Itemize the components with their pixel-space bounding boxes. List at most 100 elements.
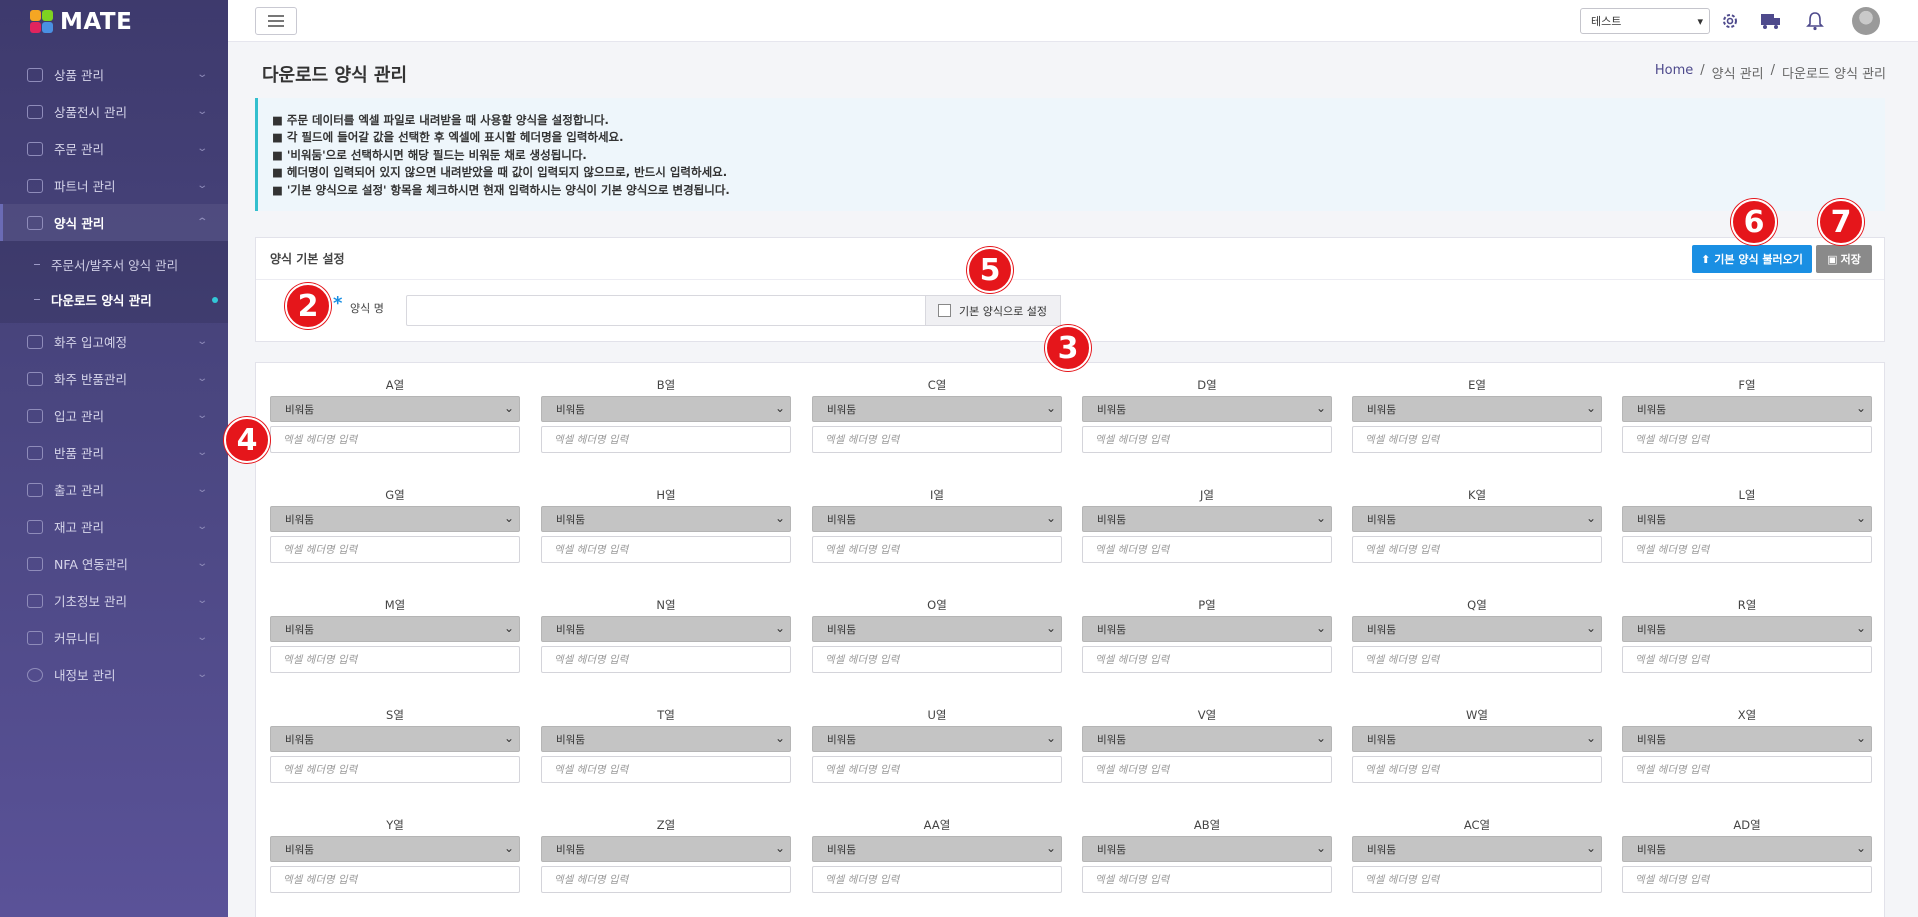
column-value-select[interactable]: 비워둠 ⌄ xyxy=(270,396,520,422)
column-value-select[interactable]: 비워둠 ⌄ xyxy=(812,726,1062,752)
column-value-select[interactable]: 비워둠 ⌄ xyxy=(1352,726,1602,752)
column-header-input[interactable]: 엑셀 헤더명 입력 xyxy=(1352,646,1602,673)
column-header-input[interactable]: 엑셀 헤더명 입력 xyxy=(1082,536,1332,563)
column-value-select[interactable]: 비워둠 ⌄ xyxy=(1622,616,1872,642)
delivery-icon[interactable] xyxy=(1760,10,1782,32)
column-value-select[interactable]: 비워둠 ⌄ xyxy=(1622,506,1872,532)
column-value-select[interactable]: 비워둠 ⌄ xyxy=(1082,836,1332,862)
breadcrumb-separator: / xyxy=(1770,63,1776,78)
column-header-input[interactable]: 엑셀 헤더명 입력 xyxy=(1622,646,1872,673)
column-header-input[interactable]: 엑셀 헤더명 입력 xyxy=(1082,646,1332,673)
set-default-checkbox[interactable] xyxy=(938,304,951,317)
sidebar-item-outbound[interactable]: 출고 관리 ⌄ xyxy=(0,471,228,508)
form-name-input[interactable] xyxy=(406,295,926,326)
column-value-select[interactable]: 비워둠 ⌄ xyxy=(270,836,520,862)
chevron-down-icon: ⌄ xyxy=(1315,841,1326,855)
sidebar-item-inventory[interactable]: 재고 관리 ⌄ xyxy=(0,508,228,545)
sidebar-item-shipper-inbound-schedule[interactable]: 화주 입고예정 ⌄ xyxy=(0,323,228,360)
exchange-icon xyxy=(27,445,43,460)
column-header-input[interactable]: 엑셀 헤더명 입력 xyxy=(1622,756,1872,783)
load-default-form-button[interactable]: ⬆ 기본 양식 불러오기 xyxy=(1692,245,1812,273)
sidebar-subitem-order-forms[interactable]: 주문서/발주서 양식 관리 xyxy=(0,247,228,282)
column-header-input[interactable]: 엑셀 헤더명 입력 xyxy=(1082,426,1332,453)
sidebar-item-returns[interactable]: 반품 관리 ⌄ xyxy=(0,434,228,471)
column-header-input[interactable]: 엑셀 헤더명 입력 xyxy=(541,426,791,453)
column-value-select[interactable]: 비워둠 ⌄ xyxy=(541,726,791,752)
app-logo[interactable]: MATE xyxy=(0,0,228,44)
column-header-input[interactable]: 엑셀 헤더명 입력 xyxy=(1352,756,1602,783)
column-header-input[interactable]: 엑셀 헤더명 입력 xyxy=(270,646,520,673)
sidebar-item-orders[interactable]: 주문 관리 ⌄ xyxy=(0,130,228,167)
column-header-input[interactable]: 엑셀 헤더명 입력 xyxy=(270,426,520,453)
avatar[interactable] xyxy=(1852,7,1880,35)
save-button[interactable]: ▣ 저장 xyxy=(1816,245,1872,273)
sidebar-item-label: NFA 연동관리 xyxy=(54,557,128,572)
column-header-input[interactable]: 엑셀 헤더명 입력 xyxy=(1622,536,1872,563)
breadcrumb-home-link[interactable]: Home xyxy=(1655,63,1693,82)
column-value-select[interactable]: 비워둠 ⌄ xyxy=(270,616,520,642)
column-value-select-text: 비워둠 xyxy=(1637,403,1666,416)
column-value-select[interactable]: 비워둠 ⌄ xyxy=(1622,396,1872,422)
column-value-select[interactable]: 비워둠 ⌄ xyxy=(541,616,791,642)
column-header-input[interactable]: 엑셀 헤더명 입력 xyxy=(1352,426,1602,453)
sidebar-item-forms[interactable]: 양식 관리 ⌃ xyxy=(0,204,228,241)
column-value-select[interactable]: 비워둠 ⌄ xyxy=(541,836,791,862)
column-header-input[interactable]: 엑셀 헤더명 입력 xyxy=(1082,756,1332,783)
column-header-input[interactable]: 엑셀 헤더명 입력 xyxy=(812,756,1062,783)
column-header-input[interactable]: 엑셀 헤더명 입력 xyxy=(270,756,520,783)
column-value-select[interactable]: 비워둠 ⌄ xyxy=(1352,836,1602,862)
column-header-input[interactable]: 엑셀 헤더명 입력 xyxy=(812,536,1062,563)
column-header-input[interactable]: 엑셀 헤더명 입력 xyxy=(270,866,520,893)
column-value-select[interactable]: 비워둠 ⌄ xyxy=(1352,396,1602,422)
column-header-input[interactable]: 엑셀 헤더명 입력 xyxy=(541,646,791,673)
set-default-checkbox-group[interactable]: 기본 양식으로 설정 xyxy=(925,295,1061,326)
sidebar-item-product-display[interactable]: 상품전시 관리 ⌄ xyxy=(0,93,228,130)
column-value-select[interactable]: 비워둠 ⌄ xyxy=(270,506,520,532)
column-header-input[interactable]: 엑셀 헤더명 입력 xyxy=(541,756,791,783)
sidebar-subitem-download-forms[interactable]: 다운로드 양식 관리 xyxy=(0,282,228,317)
bell-icon[interactable] xyxy=(1804,10,1826,32)
column-header-input[interactable]: 엑셀 헤더명 입력 xyxy=(1622,866,1872,893)
column-value-select[interactable]: 비워둠 ⌄ xyxy=(812,616,1062,642)
column-value-select[interactable]: 비워둠 ⌄ xyxy=(541,396,791,422)
column-header-input[interactable]: 엑셀 헤더명 입력 xyxy=(541,866,791,893)
column-value-select[interactable]: 비워둠 ⌄ xyxy=(1082,506,1332,532)
column-header-input[interactable]: 엑셀 헤더명 입력 xyxy=(812,866,1062,893)
column-header-input[interactable]: 엑셀 헤더명 입력 xyxy=(812,646,1062,673)
column-value-select-text: 비워둠 xyxy=(1367,733,1396,746)
column-header-input[interactable]: 엑셀 헤더명 입력 xyxy=(812,426,1062,453)
sidebar-item-products[interactable]: 상품 관리 ⌄ xyxy=(0,56,228,93)
sidebar-item-community[interactable]: 커뮤니티 ⌄ xyxy=(0,619,228,656)
column-value-select[interactable]: 비워둠 ⌄ xyxy=(1082,616,1332,642)
column-header-input[interactable]: 엑셀 헤더명 입력 xyxy=(1622,426,1872,453)
column-header-input[interactable]: 엑셀 헤더명 입력 xyxy=(1082,866,1332,893)
column-value-select[interactable]: 비워둠 ⌄ xyxy=(1352,616,1602,642)
column-value-select[interactable]: 비워둠 ⌄ xyxy=(1622,836,1872,862)
column-value-select[interactable]: 비워둠 ⌄ xyxy=(270,726,520,752)
column-header-input[interactable]: 엑셀 헤더명 입력 xyxy=(270,536,520,563)
column-value-select[interactable]: 비워둠 ⌄ xyxy=(1622,726,1872,752)
menu-toggle-button[interactable] xyxy=(255,7,297,35)
sidebar-item-base-info[interactable]: 기초정보 관리 ⌄ xyxy=(0,582,228,619)
gear-icon[interactable] xyxy=(1719,10,1741,32)
company-select[interactable]: 테스트 ▾ xyxy=(1580,8,1710,34)
sidebar-item-partners[interactable]: 파트너 관리 ⌄ xyxy=(0,167,228,204)
sidebar-item-inbound[interactable]: 입고 관리 ⌄ xyxy=(0,397,228,434)
column-title: H열 xyxy=(656,488,676,502)
column-value-select[interactable]: 비워둠 ⌄ xyxy=(812,836,1062,862)
column-header-input[interactable]: 엑셀 헤더명 입력 xyxy=(1352,536,1602,563)
breadcrumb-item[interactable]: 양식 관리 xyxy=(1712,63,1764,82)
column-header-input[interactable]: 엑셀 헤더명 입력 xyxy=(1352,866,1602,893)
column-header-input[interactable]: 엑셀 헤더명 입력 xyxy=(541,536,791,563)
sidebar-item-nfa[interactable]: NFA 연동관리 ⌄ xyxy=(0,545,228,582)
sidebar-item-shipper-returns[interactable]: 화주 반품관리 ⌄ xyxy=(0,360,228,397)
column-value-select[interactable]: 비워둠 ⌄ xyxy=(812,506,1062,532)
chevron-down-icon: ⌄ xyxy=(195,521,208,532)
column-value-select[interactable]: 비워둠 ⌄ xyxy=(1082,726,1332,752)
upload-icon: ⬆ xyxy=(1701,252,1711,266)
sidebar-item-my-info[interactable]: 내정보 관리 ⌄ xyxy=(0,656,228,693)
column-value-select[interactable]: 비워둠 ⌄ xyxy=(1082,396,1332,422)
column-value-select[interactable]: 비워둠 ⌄ xyxy=(1352,506,1602,532)
column-value-select[interactable]: 비워둠 ⌄ xyxy=(541,506,791,532)
column-value-select[interactable]: 비워둠 ⌄ xyxy=(812,396,1062,422)
